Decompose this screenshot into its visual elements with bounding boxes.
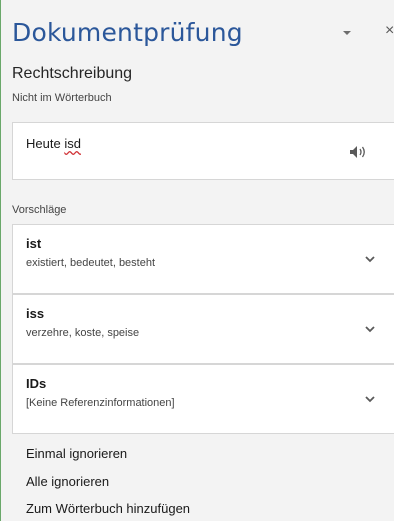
- suggestion-synonyms: verzehre, koste, speise: [26, 327, 140, 339]
- suggestion-word: IDs: [26, 376, 47, 391]
- suggestion-item[interactable]: ist existiert, bedeutet, besteht: [12, 224, 394, 294]
- suggestion-word: ist: [26, 236, 42, 251]
- editor-pane: Dokumentprüfung × Rechtschreibung Nicht …: [0, 0, 394, 521]
- suggestion-synonyms: existiert, bedeutet, besteht: [26, 257, 156, 269]
- chevron-down-icon[interactable]: [364, 325, 376, 333]
- chevron-down-icon[interactable]: [364, 255, 376, 263]
- suggestion-item[interactable]: iss verzehre, koste, speise: [12, 294, 394, 364]
- error-context-box: Heute isd: [12, 122, 394, 180]
- add-to-dictionary-button[interactable]: Zum Wörterbuch hinzufügen: [26, 501, 190, 516]
- suggestion-synonyms: [Keine Referenzinformationen]: [26, 397, 175, 409]
- suggestions-label: Vorschläge: [12, 204, 67, 216]
- section-heading: Rechtschreibung: [12, 65, 133, 82]
- chevron-down-icon[interactable]: [340, 28, 354, 38]
- context-prefix: Heute: [26, 136, 65, 151]
- context-sentence: Heute isd: [26, 136, 81, 151]
- section-subheading: Nicht im Wörterbuch: [12, 92, 112, 104]
- speaker-icon[interactable]: [347, 144, 369, 160]
- ignore-all-button[interactable]: Alle ignorieren: [26, 474, 109, 489]
- chevron-down-icon[interactable]: [364, 395, 376, 403]
- suggestion-word: iss: [26, 306, 45, 321]
- ignore-once-button[interactable]: Einmal ignorieren: [26, 446, 127, 461]
- close-icon[interactable]: ×: [385, 22, 394, 40]
- suggestion-item[interactable]: IDs [Keine Referenzinformationen]: [12, 364, 394, 434]
- pane-title: Dokumentprüfung: [12, 18, 243, 47]
- misspelled-word: isd: [64, 136, 81, 151]
